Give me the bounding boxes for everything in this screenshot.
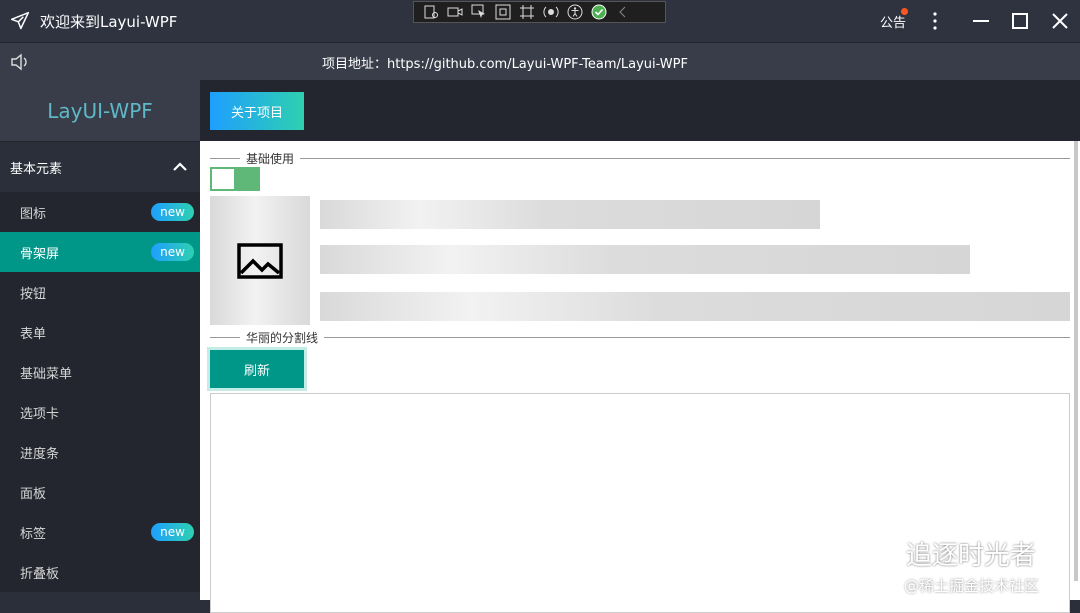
notice-button[interactable]: 公告 <box>880 12 906 31</box>
live-tree-icon[interactable] <box>422 4 440 20</box>
sidebar-item-form[interactable]: 表单 <box>0 312 200 352</box>
new-badge: new <box>151 243 194 261</box>
divider-fancy: 华丽的分割线 <box>210 330 1070 345</box>
layout-adorner-icon[interactable] <box>518 4 536 20</box>
sidebar-item-tag[interactable]: 标签 new <box>0 512 200 552</box>
accessibility-icon[interactable] <box>566 4 584 20</box>
paper-plane-icon <box>10 11 30 30</box>
sidebar-item-collapse[interactable]: 折叠板 <box>0 552 200 592</box>
menu-group-label: 基本元素 <box>10 161 63 177</box>
content-toolbar: 关于项目 <box>200 80 1080 141</box>
sidebar-item-label: 面板 <box>20 486 47 502</box>
sidebar-item-basic-menu[interactable]: 基础菜单 <box>0 352 200 392</box>
sidebar: LayUI-WPF 基本元素 图标 new 骨架屏 new 按钮 表单 基础菜单 选… <box>0 80 200 600</box>
adorner-icon[interactable] <box>494 4 512 20</box>
about-project-button[interactable]: 关于项目 <box>210 92 304 130</box>
brand-title: LayUI-WPF <box>0 80 200 142</box>
refresh-button[interactable]: 刷新 <box>210 350 304 388</box>
image-icon <box>237 242 283 279</box>
record-icon[interactable] <box>446 4 464 20</box>
divider-basic-usage: 基础使用 <box>210 151 1070 166</box>
new-badge: new <box>151 203 194 221</box>
chevron-up-icon <box>173 162 187 171</box>
sidebar-item-panel[interactable]: 面板 <box>0 472 200 512</box>
watermark-subtitle: @稀土掘金技术社区 <box>904 577 1040 595</box>
more-vertical-icon[interactable] <box>928 10 942 32</box>
maximize-icon[interactable] <box>1009 10 1031 32</box>
project-address: 项目地址：https://github.com/Layui-WPF-Team/L… <box>322 57 688 72</box>
skeleton-line <box>320 200 820 229</box>
minimize-icon[interactable] <box>970 10 992 32</box>
content-area: 基础使用 华丽的分割线 刷新 <box>200 141 1080 613</box>
sidebar-item-icon[interactable]: 图标 new <box>0 192 200 232</box>
divider-line <box>210 157 240 159</box>
switch-knob <box>212 169 234 189</box>
menu-group-basic[interactable]: 基本元素 <box>0 142 200 192</box>
hot-reload-icon[interactable] <box>542 4 560 20</box>
sidebar-item-label: 骨架屏 <box>20 246 60 262</box>
select-element-icon[interactable] <box>470 4 488 20</box>
sidebar-item-label: 选项卡 <box>20 406 60 422</box>
title-bar: 欢迎来到Layui-WPF 公告 <box>0 0 1080 42</box>
sidebar-item-tabs[interactable]: 选项卡 <box>0 392 200 432</box>
sidebar-item-label: 按钮 <box>20 286 47 302</box>
sidebar-menu: 图标 new 骨架屏 new 按钮 表单 基础菜单 选项卡 进度条 面板 标签 new… <box>0 192 200 592</box>
vertical-scrollbar[interactable] <box>1074 141 1078 581</box>
sidebar-item-label: 折叠板 <box>20 566 60 582</box>
sidebar-item-label: 表单 <box>20 326 47 342</box>
collapse-chevron-icon[interactable] <box>614 4 632 20</box>
binding-check-icon[interactable] <box>590 4 608 20</box>
divider-line <box>210 336 240 338</box>
close-icon[interactable] <box>1049 10 1071 32</box>
new-badge: new <box>151 523 194 541</box>
notice-dot <box>901 8 908 15</box>
skeleton-line <box>320 292 1070 321</box>
sidebar-item-progress[interactable]: 进度条 <box>0 432 200 472</box>
info-bar: 项目地址：https://github.com/Layui-WPF-Team/L… <box>0 42 1080 80</box>
loading-toggle-switch[interactable] <box>210 167 260 191</box>
skeleton-line <box>320 245 970 274</box>
divider-line <box>324 336 1070 338</box>
sidebar-item-label: 图标 <box>20 206 47 222</box>
sidebar-item-skeleton[interactable]: 骨架屏 new <box>0 232 200 272</box>
sidebar-item-button[interactable]: 按钮 <box>0 272 200 312</box>
skeleton-image <box>210 196 310 325</box>
sidebar-item-label: 标签 <box>20 526 47 542</box>
sidebar-item-label: 基础菜单 <box>20 366 73 382</box>
sidebar-item-label: 进度条 <box>20 446 60 462</box>
wechat-icon <box>858 539 898 567</box>
divider-line <box>300 157 1070 159</box>
debug-toolbar <box>413 1 666 23</box>
window-title: 欢迎来到Layui-WPF <box>40 13 178 31</box>
divider-title: 华丽的分割线 <box>246 330 319 345</box>
watermark-title: 追逐时光者 <box>906 541 1037 571</box>
divider-title: 基础使用 <box>246 151 295 166</box>
